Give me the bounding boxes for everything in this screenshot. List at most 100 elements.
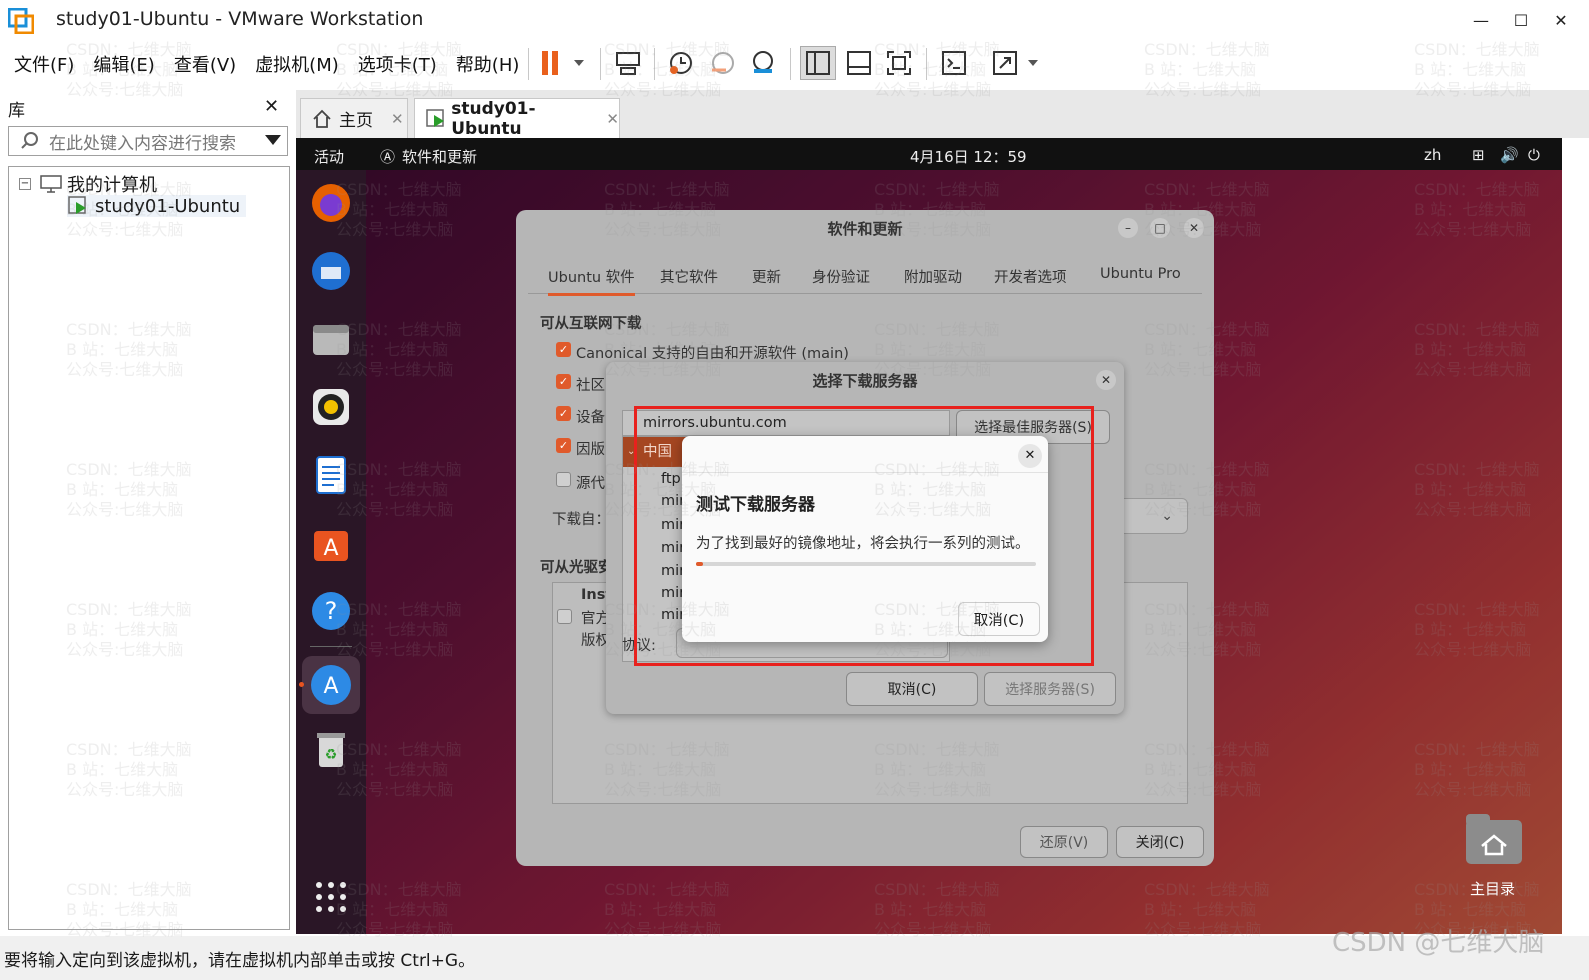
tab-developer-options[interactable]: 开发者选项 <box>994 266 1067 287</box>
menu-edit[interactable]: 编辑(E) <box>93 51 154 77</box>
stretch-icon <box>993 51 1038 75</box>
svg-text:A: A <box>323 536 338 561</box>
minimize-button[interactable]: — <box>1461 6 1501 34</box>
search-placeholder: 在此处键入内容进行搜索 <box>49 133 236 154</box>
checkbox-multiverse[interactable]: ✓ <box>556 438 571 453</box>
tab-ubuntu-software[interactable]: Ubuntu 软件 <box>548 266 635 296</box>
library-tree: − 我的计算机 study01-Ubuntu <box>8 166 290 930</box>
checkbox-main-label: Canonical 支持的自由和开源软件 (main) <box>576 346 849 362</box>
send-ctrl-alt-del-button[interactable] <box>610 46 646 80</box>
console-icon <box>942 51 966 75</box>
vm-tabs: 主页 ✕ study01-Ubuntu ✕ <box>296 90 1589 139</box>
thumbnail-icon <box>847 51 871 75</box>
fullscreen-icon <box>887 51 911 75</box>
software-updater-icon[interactable]: A <box>302 656 360 714</box>
gnome-activities[interactable]: 活动 <box>314 146 344 167</box>
library-title: 库 <box>8 100 25 121</box>
sw-close-icon[interactable]: ✕ <box>1184 218 1204 238</box>
tab-additional-drivers[interactable]: 附加驱动 <box>904 266 962 287</box>
fullscreen-button[interactable] <box>882 46 916 80</box>
menu-help[interactable]: 帮助(H) <box>456 51 520 77</box>
console-view-button[interactable] <box>936 46 972 80</box>
computer-icon <box>40 175 62 193</box>
revert-button[interactable]: 还原(V) <box>1020 826 1108 858</box>
search-dropdown-icon[interactable] <box>265 135 281 145</box>
tab-vm-close-icon[interactable]: ✕ <box>606 110 619 128</box>
svg-text:A: A <box>323 674 338 699</box>
pause-button[interactable] <box>538 46 594 80</box>
checkbox-restricted[interactable]: ✓ <box>556 406 571 421</box>
tab-vm-label: study01-Ubuntu <box>451 98 536 139</box>
svg-text:♻: ♻ <box>325 747 338 763</box>
tree-row-vm[interactable]: study01-Ubuntu <box>67 195 247 217</box>
snapshot-manager-button[interactable] <box>746 46 780 80</box>
tab-ubuntu-pro[interactable]: Ubuntu Pro <box>1100 266 1181 282</box>
checkbox-multiverse-label: 因版 <box>576 442 605 458</box>
sw-minimize-icon[interactable]: – <box>1118 218 1138 238</box>
title-bar: study01-Ubuntu - VMware Workstation — ☐ … <box>0 0 1589 40</box>
gnome-app-menu-icon: Ⓐ <box>380 148 396 166</box>
revert-snapshot-button[interactable] <box>706 46 740 80</box>
menu-file[interactable]: 文件(F) <box>14 51 74 77</box>
checkbox-main[interactable]: ✓ <box>556 342 571 357</box>
thunderbird-icon[interactable] <box>308 248 354 294</box>
section-internet: 可从互联网下载 <box>540 316 642 332</box>
app-center-icon[interactable]: A <box>308 520 354 566</box>
section-cdrom: 可从光驱安 <box>540 560 613 576</box>
help-icon[interactable]: ? <box>308 588 354 634</box>
power-icon[interactable]: ⏻ <box>1528 146 1540 164</box>
send-keys-icon <box>616 52 640 75</box>
tab-other-software[interactable]: 其它软件 <box>660 266 718 287</box>
download-from-select[interactable]: ⌄ <box>1116 498 1188 534</box>
tree-vm-label: study01-Ubuntu <box>95 195 241 217</box>
tab-updates[interactable]: 更新 <box>752 266 781 287</box>
gnome-clock[interactable]: 4月16日 12：59 <box>910 146 1027 167</box>
volume-icon[interactable]: 🔊 <box>1500 146 1519 164</box>
dock: A ? A ♻ <box>296 170 366 934</box>
tab-home[interactable]: 主页 ✕ <box>300 98 408 138</box>
close-button[interactable]: 关闭(C) <box>1116 826 1204 858</box>
revert-snapshot-icon <box>712 52 734 74</box>
menu-vm[interactable]: 虚拟机(M) <box>255 51 339 77</box>
window-title: study01-Ubuntu - VMware Workstation <box>56 8 424 30</box>
show-library-button[interactable] <box>800 46 836 80</box>
trash-icon[interactable]: ♻ <box>308 726 354 772</box>
gnome-app-menu[interactable]: 软件和更新 <box>402 146 477 167</box>
collapse-icon[interactable]: − <box>19 178 31 190</box>
files-icon[interactable] <box>308 316 354 362</box>
status-text: 要将输入定向到该虚拟机，请在虚拟机内部单击或按 Ctrl+G。 <box>4 950 476 971</box>
checkbox-source[interactable] <box>556 472 571 487</box>
menu-tabs[interactable]: 选项卡(T) <box>358 51 437 77</box>
menu-bar: 文件(F) 编辑(E) 查看(V) 虚拟机(M) 选项卡(T) 帮助(H) <box>0 40 1589 88</box>
tab-authentication[interactable]: 身份验证 <box>812 266 870 287</box>
checkbox-cdrom[interactable] <box>557 609 572 624</box>
writer-icon[interactable] <box>308 452 354 498</box>
home-folder-icon[interactable] <box>1464 812 1524 866</box>
server-dialog-close-icon[interactable]: ✕ <box>1096 370 1116 390</box>
checkbox-universe[interactable]: ✓ <box>556 374 571 389</box>
tab-home-label: 主页 <box>339 111 373 131</box>
rhythmbox-icon[interactable] <box>308 384 354 430</box>
tree-row-my-computer[interactable]: − 我的计算机 <box>19 171 157 197</box>
tab-home-close-icon[interactable]: ✕ <box>391 110 404 128</box>
gnome-lang[interactable]: zh <box>1424 146 1441 164</box>
firefox-icon[interactable] <box>308 180 354 226</box>
tab-vm[interactable]: study01-Ubuntu ✕ <box>414 98 620 139</box>
library-search-input[interactable]: 在此处键入内容进行搜索 <box>8 126 288 156</box>
menu-view[interactable]: 查看(V) <box>174 51 236 77</box>
library-close-icon[interactable]: ✕ <box>264 96 279 117</box>
close-window-button[interactable]: ✕ <box>1541 6 1581 34</box>
snapshot-manager-icon <box>753 51 773 73</box>
gnome-top-bar: 活动 Ⓐ 软件和更新 4月16日 12：59 zh ⊞ 🔊 ⏻ <box>296 138 1562 170</box>
home-folder-label: 主目录 <box>1470 880 1516 898</box>
thumbnail-bar-button[interactable] <box>842 46 876 80</box>
checkbox-source-label: 源代 <box>576 476 605 492</box>
maximize-button[interactable]: ☐ <box>1501 6 1541 34</box>
snapshot-button[interactable] <box>664 46 698 80</box>
choose-server-button[interactable]: 选择服务器(S) <box>984 672 1116 706</box>
sw-maximize-icon[interactable]: □ <box>1150 218 1170 238</box>
network-icon[interactable]: ⊞ <box>1472 146 1485 164</box>
show-apps-icon[interactable] <box>308 874 354 920</box>
stretch-button[interactable] <box>990 46 1046 80</box>
server-cancel-button[interactable]: 取消(C) <box>846 672 978 706</box>
